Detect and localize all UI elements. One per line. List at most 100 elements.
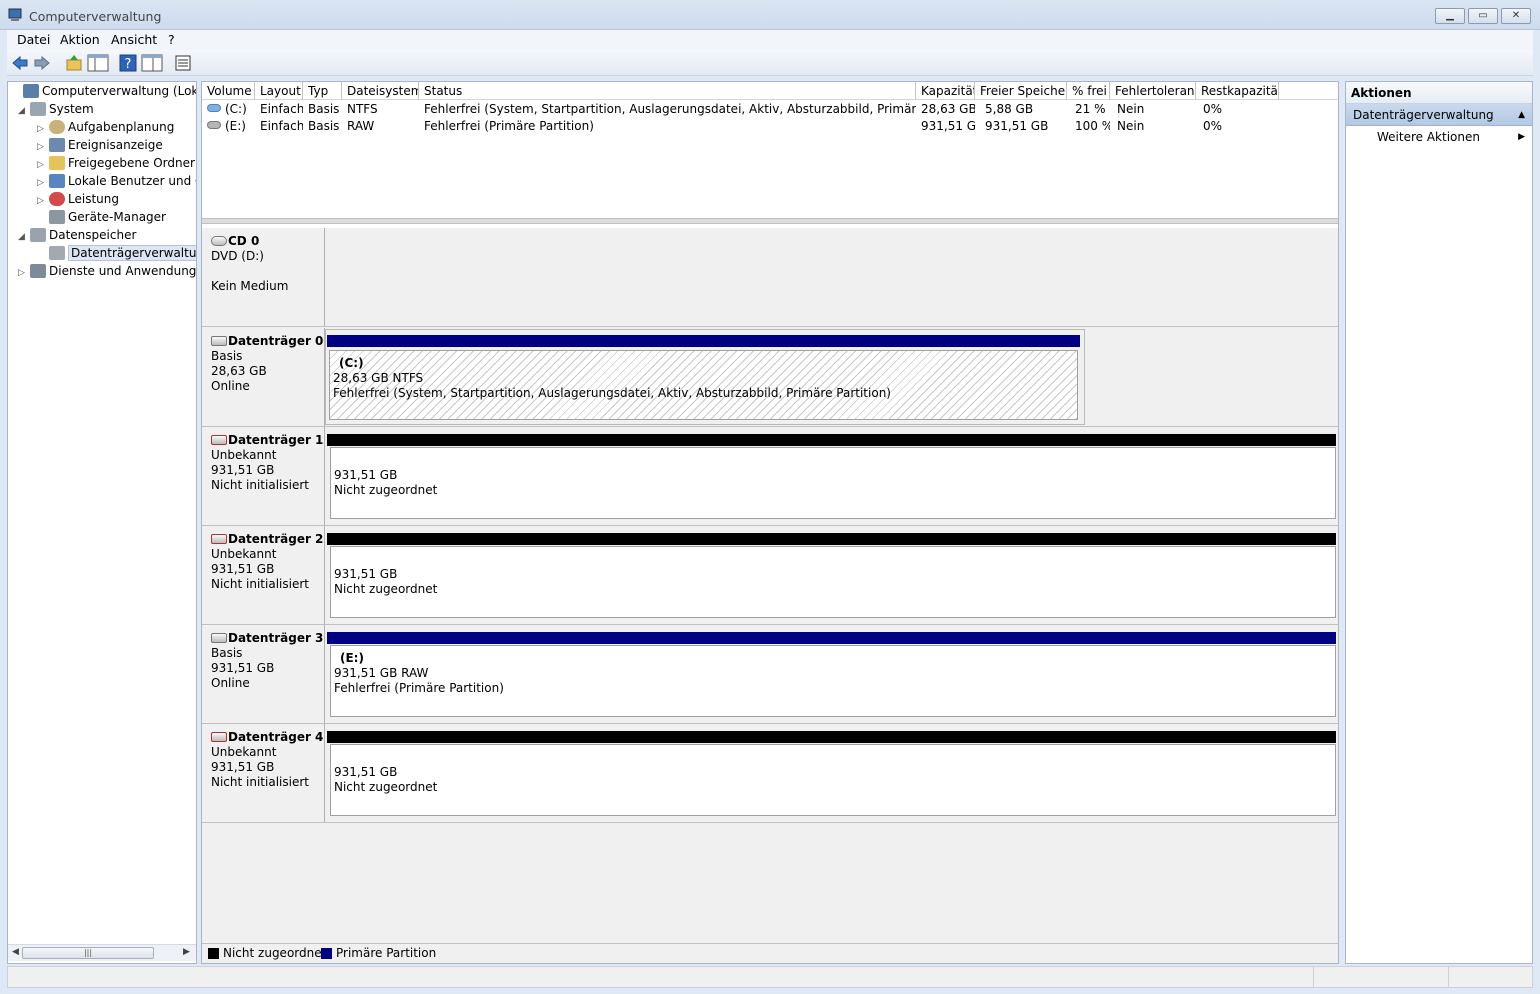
scroll-thumb[interactable]: ||| <box>22 947 154 959</box>
disk-row-3[interactable]: Datenträger 3 Basis 931,51 GB Online (E:… <box>202 625 1338 724</box>
tree-node-aufgabenplanung[interactable]: ▷ Aufgabenplanung <box>37 118 174 136</box>
disk-row-2[interactable]: Datenträger 2 Unbekannt 931,51 GB Nicht … <box>202 526 1338 625</box>
minimize-button[interactable]: ▁ <box>1435 8 1465 24</box>
navigation-tree: Computerverwaltung (Lokal) ◢ System ▷ Aufg… <box>7 81 197 964</box>
actions-header: Aktionen <box>1346 82 1532 104</box>
partition-unallocated[interactable]: 931,51 GB Nicht zugeordnet <box>330 447 1336 519</box>
tree-node-geraete-manager[interactable]: Geräte-Manager <box>37 208 166 226</box>
column-header-layout[interactable]: Layout <box>255 82 303 100</box>
toolbar: ? <box>7 50 1533 76</box>
menu-ansicht[interactable]: Ansicht <box>111 32 157 47</box>
menu-bar: Datei Aktion Ansicht ? <box>7 30 1533 50</box>
disk-management-icon <box>49 246 65 260</box>
hard-disk-icon <box>211 336 227 346</box>
disk-row-4[interactable]: Datenträger 4 Unbekannt 931,51 GB Nicht … <box>202 724 1338 823</box>
table-cell: 0% <box>1203 119 1223 133</box>
pane-splitter[interactable] <box>202 218 1338 224</box>
column-header-freier-speicher[interactable]: Freier Speicher <box>975 82 1067 100</box>
partition-unallocated[interactable]: 931,51 GB Nicht zugeordnet <box>330 546 1336 618</box>
event-viewer-icon <box>49 138 65 152</box>
back-icon[interactable] <box>11 54 29 72</box>
volume-icon <box>207 104 221 112</box>
table-cell: NTFS <box>347 102 378 116</box>
table-cell: 931,51 GB <box>985 119 1049 133</box>
table-cell: Nein <box>1117 102 1145 116</box>
scroll-left-icon[interactable]: ◀ <box>12 947 19 957</box>
title-bar: Computerverwaltung ▁ ▭ ✕ <box>0 0 1540 30</box>
disk-row-cd0[interactable]: CD 0 DVD (D:) Kein Medium <box>202 228 1338 327</box>
tree-node-system[interactable]: ◢ System <box>18 100 94 118</box>
column-header-status[interactable]: Status <box>419 82 916 100</box>
tree-horizontal-scrollbar[interactable]: ◀ ||| ▶ <box>8 944 196 961</box>
collapse-up-icon[interactable]: ▲ <box>1518 104 1525 126</box>
show-hide-tree-icon[interactable] <box>87 54 109 72</box>
window-title: Computerverwaltung <box>29 9 162 24</box>
status-bar <box>7 966 1533 988</box>
clock-icon <box>49 120 65 134</box>
partition-c[interactable]: (C:) 28,63 GB NTFS Fehlerfrei (System, S… <box>329 350 1078 420</box>
menu-aktion[interactable]: Aktion <box>60 32 100 47</box>
volume-icon <box>207 121 221 129</box>
table-cell: 931,51 GB <box>921 119 975 133</box>
column-header-typ[interactable]: Typ <box>303 82 342 100</box>
collapse-arrow-icon[interactable]: ◢ <box>18 228 30 246</box>
disk-info: Datenträger 1 Unbekannt 931,51 GB Nicht … <box>202 427 325 525</box>
uninitialized-disk-icon <box>211 534 227 544</box>
forward-icon[interactable] <box>33 54 51 72</box>
performance-icon <box>49 192 65 206</box>
legend: Nicht zugeordnet Primäre Partition <box>202 943 1338 963</box>
properties-icon[interactable] <box>174 54 192 72</box>
menu-help[interactable]: ? <box>168 32 175 47</box>
legend-label-unallocated: Nicht zugeordnet <box>223 946 327 960</box>
column-header-empty <box>1279 82 1338 100</box>
disk-row-1[interactable]: Datenträger 1 Unbekannt 931,51 GB Nicht … <box>202 427 1338 526</box>
tree-node-datenspeicher[interactable]: ◢ Datenspeicher <box>18 226 136 244</box>
partition-bar-primary <box>327 632 1336 644</box>
column-header-restkapazitaet[interactable]: Restkapazität <box>1196 82 1279 100</box>
scroll-right-icon[interactable]: ▶ <box>183 947 190 957</box>
table-cell: Nein <box>1117 119 1145 133</box>
partition-e[interactable]: (E:) 931,51 GB RAW Fehlerfrei (Primäre P… <box>330 645 1336 717</box>
up-folder-icon[interactable] <box>65 54 83 72</box>
maximize-button[interactable]: ▭ <box>1468 8 1498 24</box>
tree-node-lokale-benutzer[interactable]: ▷Lokale Benutzer und Gruppen <box>37 172 196 190</box>
table-cell: Fehlerfrei (Primäre Partition) <box>424 119 594 133</box>
disk-row-0[interactable]: Datenträger 0 Basis 28,63 GB Online (C:)… <box>202 328 1338 427</box>
legend-swatch-primary <box>321 948 332 959</box>
computer-management-icon <box>8 8 22 21</box>
volume-list: Volume Layout Typ Dateisystem Status Kap… <box>202 82 1338 222</box>
table-cell: RAW <box>347 119 375 133</box>
help-icon[interactable]: ? <box>119 54 137 72</box>
partition-bar-unallocated <box>327 533 1336 545</box>
column-header-kapazitaet[interactable]: Kapazität <box>916 82 975 100</box>
tree-node-dienste[interactable]: ▷ Dienste und Anwendungen <box>18 262 196 282</box>
table-cell: 5,88 GB <box>985 102 1034 116</box>
table-cell: Einfach <box>260 119 303 133</box>
actions-pane: Aktionen Datenträgerverwaltung ▲ Weitere… <box>1345 81 1533 964</box>
disk-info: Datenträger 2 Unbekannt 931,51 GB Nicht … <box>202 526 325 624</box>
action-weitere-aktionen[interactable]: Weitere Aktionen ▶ <box>1346 126 1532 148</box>
actions-section-datentraegerverwaltung[interactable]: Datenträgerverwaltung ▲ <box>1346 104 1532 126</box>
table-cell: 21 % <box>1075 102 1106 116</box>
uninitialized-disk-icon <box>211 435 227 445</box>
column-header-volume[interactable]: Volume <box>202 82 255 100</box>
tree-node-freigegebene-ordner[interactable]: ▷ Freigegebene Ordner <box>37 154 195 172</box>
storage-icon <box>30 228 46 242</box>
collapse-arrow-icon[interactable]: ◢ <box>18 102 30 120</box>
tree-node-root[interactable]: Computerverwaltung (Lokal) <box>11 82 196 100</box>
partition-bar-unallocated <box>327 731 1336 743</box>
column-header-fehlertoleranz[interactable]: Fehlertoleranz <box>1110 82 1196 100</box>
column-header-dateisystem[interactable]: Dateisystem <box>342 82 419 100</box>
tree-node-datentraegerverwaltung[interactable]: Datenträgerverwaltung <box>37 244 196 262</box>
table-row[interactable]: (E:) <box>202 118 255 135</box>
column-header-prozent-frei[interactable]: % frei <box>1067 82 1110 100</box>
table-row[interactable]: (C:) <box>202 101 255 118</box>
details-icon[interactable] <box>141 54 163 72</box>
partition-unallocated[interactable]: 931,51 GB Nicht zugeordnet <box>330 744 1336 816</box>
expand-arrow-icon[interactable]: ▷ <box>18 264 30 282</box>
menu-datei[interactable]: Datei <box>17 32 50 47</box>
tree-node-ereignisanzeige[interactable]: ▷ Ereignisanzeige <box>37 136 163 154</box>
close-button[interactable]: ✕ <box>1501 8 1531 24</box>
tree-node-leistung[interactable]: ▷ Leistung <box>37 190 119 208</box>
uninitialized-disk-icon <box>211 732 227 742</box>
